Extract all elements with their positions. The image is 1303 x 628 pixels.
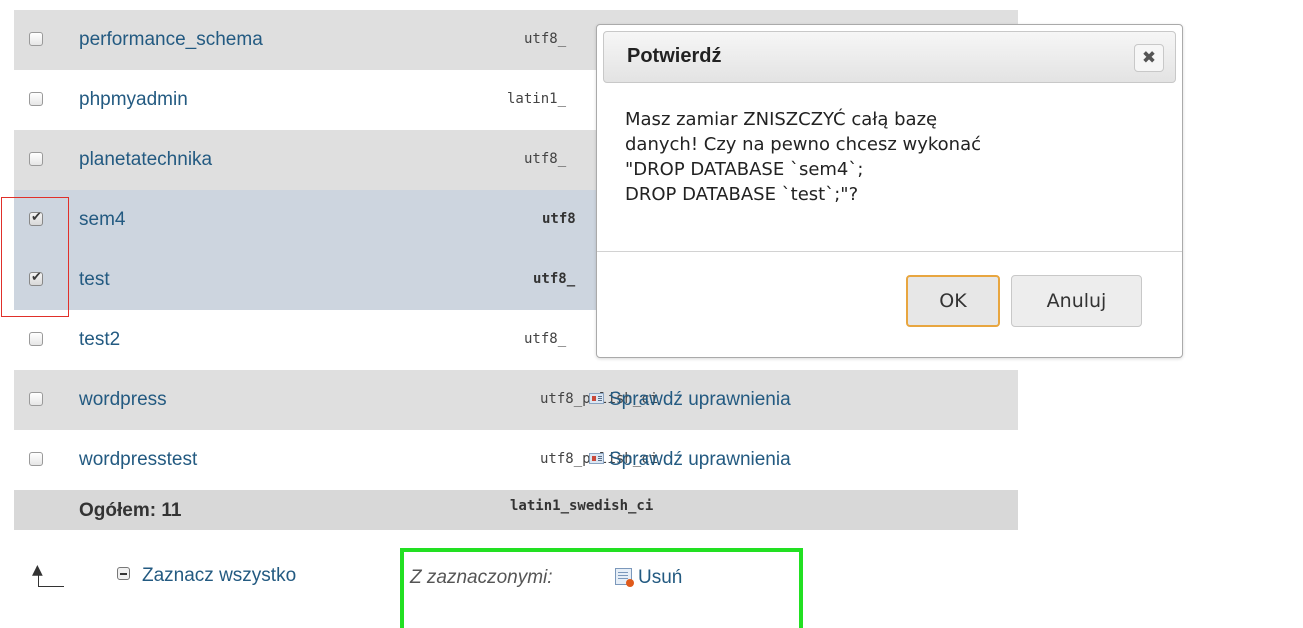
minus-checkbox-icon[interactable] (117, 567, 130, 581)
close-icon[interactable]: ✖ (1134, 44, 1164, 72)
delete-action-highlight (400, 548, 803, 628)
database-name-link[interactable]: test (79, 269, 110, 291)
row-checkbox[interactable] (29, 152, 43, 166)
database-name-link[interactable]: test2 (79, 329, 120, 351)
cancel-button[interactable]: Anuluj (1011, 275, 1142, 327)
bulk-actions-bar: ▲ Zaznacz wszystko Z zaznaczonymi: Usuń (0, 540, 1303, 628)
select-all-label[interactable]: Zaznacz wszystko (142, 565, 296, 586)
database-name-link[interactable]: planetatechnika (79, 149, 212, 171)
collation-text: utf8_ (524, 31, 567, 47)
total-count: Ogółem: 11 (79, 500, 182, 521)
dialog-message: Masz zamiar ZNISZCZYĆ całą bazę danych! … (625, 109, 982, 205)
table-row[interactable]: wordpress utf8_polish_ci Sprawdź uprawni… (14, 370, 1018, 430)
default-collation: latin1_swedish_ci (510, 498, 654, 514)
privileges-icon (589, 392, 604, 404)
privileges-icon (589, 452, 604, 464)
collation-text: utf8_ (524, 331, 567, 347)
row-checkbox[interactable] (29, 92, 43, 106)
check-privileges-link[interactable]: Sprawdź uprawnienia (589, 449, 791, 471)
database-name-link[interactable]: performance_schema (79, 29, 263, 51)
database-name-link[interactable]: sem4 (79, 209, 125, 231)
select-all-toggle[interactable]: Zaznacz wszystko (117, 565, 296, 587)
row-checkbox[interactable] (29, 32, 43, 46)
collation-text: utf8_ (533, 271, 576, 287)
database-name-link[interactable]: wordpress (79, 389, 167, 411)
row-checkbox[interactable] (29, 332, 43, 346)
dialog-titlebar[interactable]: Potwierdź ✖ (603, 31, 1176, 83)
table-footer-row: Ogółem: 11 latin1_swedish_ci (14, 490, 1018, 530)
table-row[interactable]: wordpresstest utf8_polish_ci Sprawdź upr… (14, 430, 1018, 490)
checked-rows-highlight (1, 197, 69, 317)
database-name-link[interactable]: phpmyadmin (79, 89, 188, 111)
arrow-up-icon: ▲ (32, 562, 72, 588)
database-name-link[interactable]: wordpresstest (79, 449, 197, 471)
row-checkbox[interactable] (29, 452, 43, 466)
dialog-title: Potwierdź (627, 45, 722, 67)
confirm-dialog: Potwierdź ✖ Masz zamiar ZNISZCZYĆ całą b… (596, 24, 1183, 358)
ok-button[interactable]: OK (906, 275, 1000, 327)
check-privileges-label[interactable]: Sprawdź uprawnienia (609, 389, 791, 410)
row-checkbox[interactable] (29, 392, 43, 406)
check-privileges-label[interactable]: Sprawdź uprawnienia (609, 449, 791, 470)
dialog-divider (597, 251, 1182, 252)
collation-text: utf8_ (524, 151, 567, 167)
collation-text: latin1_ (507, 91, 567, 107)
check-privileges-link[interactable]: Sprawdź uprawnienia (589, 389, 791, 411)
collation-text: utf8 (542, 211, 576, 227)
